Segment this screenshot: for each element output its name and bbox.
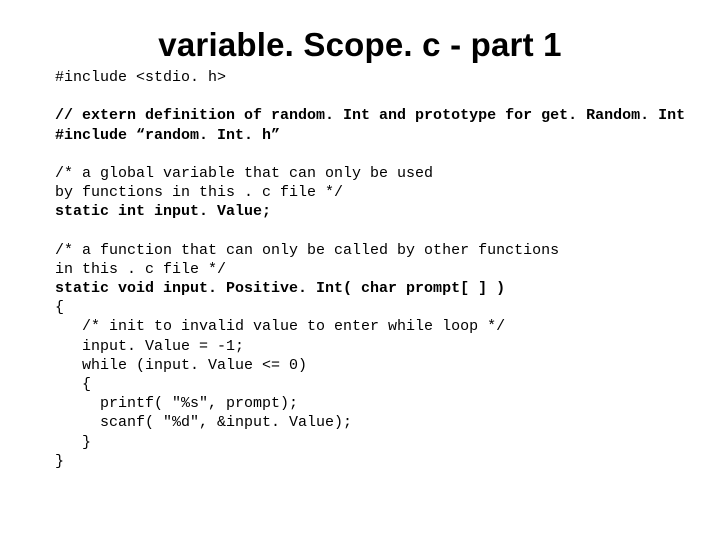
code-line: #include “random. Int. h” (55, 126, 665, 145)
code-line: input. Value = -1; (55, 337, 665, 356)
code-line: { (55, 298, 665, 317)
slide-title: variable. Scope. c - part 1 (55, 26, 665, 64)
slide: variable. Scope. c - part 1 #include <st… (0, 0, 720, 540)
code-line (55, 222, 665, 241)
code-line: } (55, 452, 665, 471)
code-line (55, 145, 665, 164)
code-block: #include <stdio. h> // extern definition… (55, 68, 665, 471)
code-line: scanf( "%d", &input. Value); (55, 413, 665, 432)
code-line: // extern definition of random. Int and … (55, 106, 665, 125)
code-line: #include <stdio. h> (55, 68, 665, 87)
code-line: /* a function that can only be called by… (55, 241, 665, 260)
code-line: in this . c file */ (55, 260, 665, 279)
code-line (55, 87, 665, 106)
code-line: printf( "%s", prompt); (55, 394, 665, 413)
code-line: static void input. Positive. Int( char p… (55, 279, 665, 298)
code-line: { (55, 375, 665, 394)
code-line: /* a global variable that can only be us… (55, 164, 665, 183)
code-line: while (input. Value <= 0) (55, 356, 665, 375)
code-line: } (55, 433, 665, 452)
code-line: static int input. Value; (55, 202, 665, 221)
code-line: by functions in this . c file */ (55, 183, 665, 202)
code-line: /* init to invalid value to enter while … (55, 317, 665, 336)
